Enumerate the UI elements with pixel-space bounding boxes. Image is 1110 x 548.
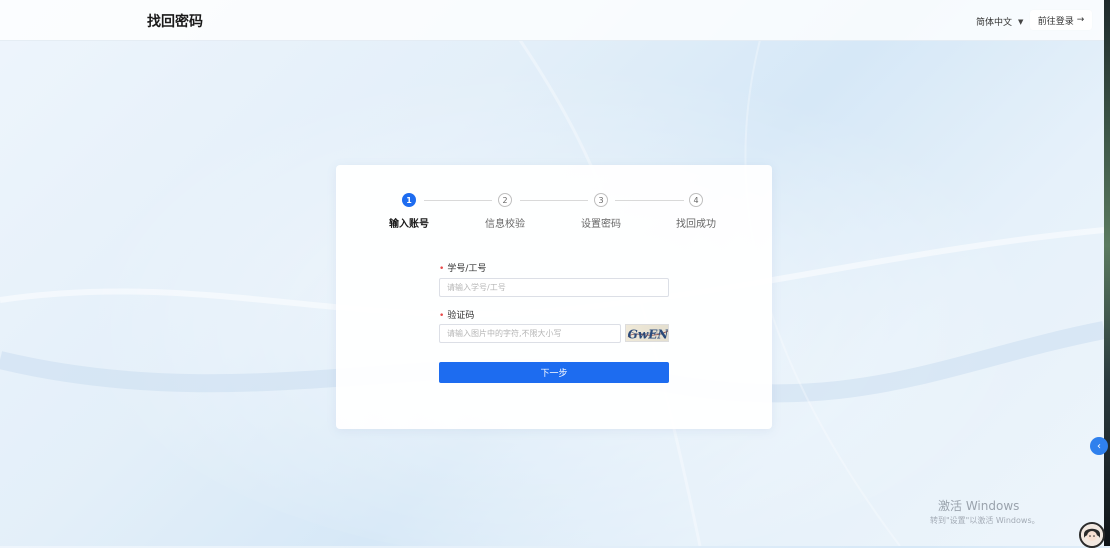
step-1-number: 1 (402, 193, 416, 207)
step-3-label: 设置密码 (581, 219, 621, 230)
activation-watermark-subtitle: 转到"设置"以激活 Windows。 (930, 516, 1040, 525)
language-label: 简体中文 (976, 18, 1013, 28)
arrow-right-icon: → (1076, 15, 1085, 25)
step-1: 1 输入账号 (369, 193, 449, 230)
required-mark: • (439, 264, 445, 274)
step-2-label: 信息校验 (485, 219, 525, 230)
goto-login-button[interactable]: 前往登录 → (1030, 10, 1092, 30)
step-1-label: 输入账号 (389, 219, 429, 230)
goto-login-label: 前往登录 (1037, 16, 1074, 27)
captcha-input[interactable] (439, 324, 621, 343)
chevron-left-icon[interactable]: ‹ (1090, 437, 1108, 455)
activation-watermark-title: 激活 Windows (938, 499, 1020, 513)
step-2-number: 2 (498, 193, 512, 207)
top-header: 找回密码 简体中文 ▼ 前往登录 → (0, 0, 1104, 41)
step-4: 4 找回成功 (656, 193, 736, 230)
captcha-text: GwEN (628, 328, 669, 342)
steps-indicator: 1 输入账号 2 信息校验 3 设置密码 4 找回成功 (336, 193, 772, 233)
step-4-number: 4 (689, 193, 703, 207)
next-step-button[interactable]: 下一步 (439, 362, 669, 383)
step-3: 3 设置密码 (561, 193, 641, 230)
password-recovery-card: 1 输入账号 2 信息校验 3 设置密码 4 找回成功 •学号/工号 •验证码 … (336, 165, 772, 429)
avatar-icon[interactable] (1079, 522, 1105, 548)
account-field-label: • 学号/工号 (439, 261, 486, 274)
caret-down-icon: ▼ (1018, 17, 1024, 26)
step-3-number: 3 (594, 193, 608, 207)
window-edge-strip (1104, 0, 1110, 546)
step-2: 2 信息校验 (465, 193, 545, 230)
captcha-field-label: • 验证码 (439, 308, 474, 321)
language-selector[interactable]: 简体中文 ▼ (976, 15, 1024, 29)
captcha-image[interactable]: GwEN (625, 324, 669, 342)
required-mark: • (439, 311, 445, 321)
page-title: 找回密码 (147, 14, 203, 30)
account-input[interactable] (439, 278, 669, 297)
step-4-label: 找回成功 (676, 219, 716, 230)
avatar-graphic (1081, 524, 1103, 546)
captcha-graphic: GwEN (628, 328, 669, 342)
captcha-label-text: 验证码 (447, 311, 475, 321)
account-label-text: 学号/工号 (447, 264, 487, 274)
